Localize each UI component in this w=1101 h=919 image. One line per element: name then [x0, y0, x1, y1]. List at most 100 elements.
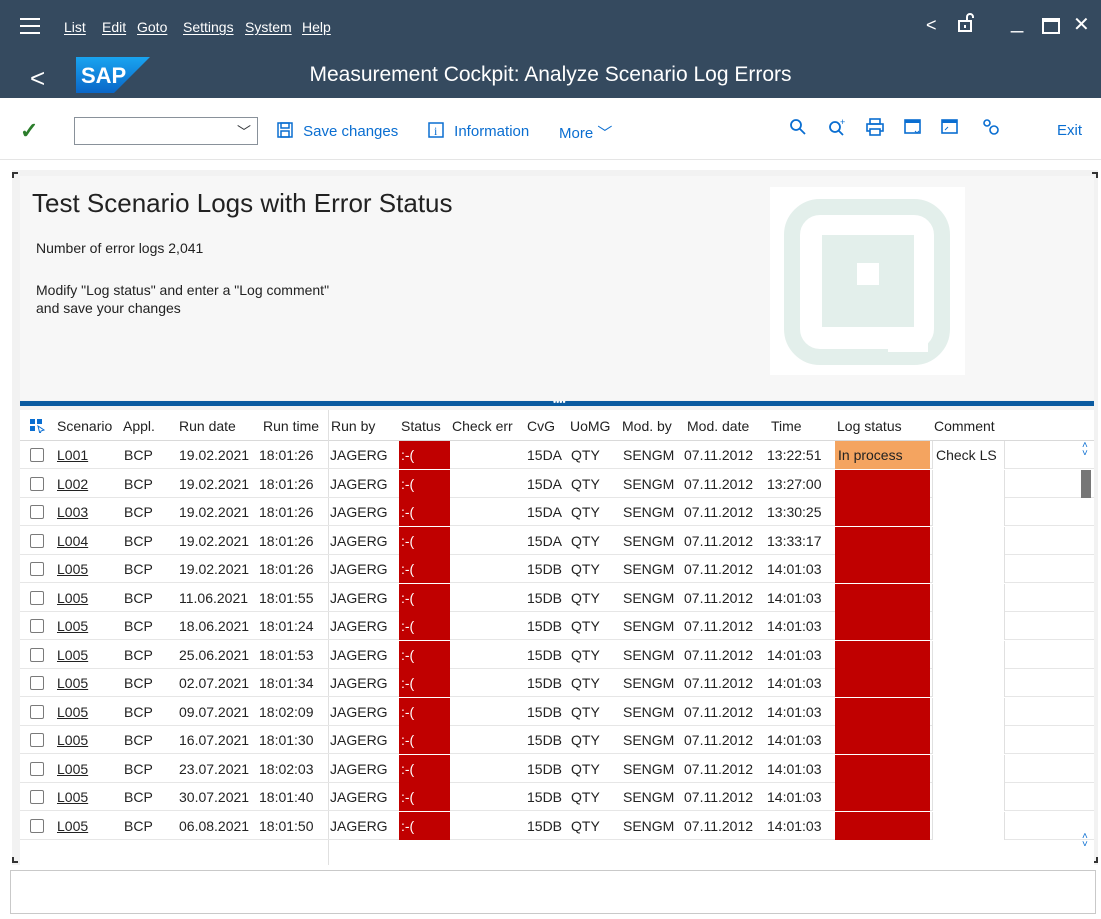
- maximize-icon[interactable]: [1042, 14, 1060, 40]
- comment-field[interactable]: [932, 811, 1005, 840]
- vertical-scrollbar[interactable]: [1078, 441, 1092, 861]
- splitter-grip-icon[interactable]: ••••: [553, 397, 566, 407]
- window-icon[interactable]: [941, 118, 959, 142]
- scenario-link[interactable]: L005: [57, 561, 88, 577]
- layout-icon[interactable]: [904, 118, 922, 142]
- row-checkbox[interactable]: [30, 676, 44, 690]
- row-checkbox[interactable]: [30, 761, 44, 776]
- col-scenario[interactable]: Scenario: [57, 418, 112, 434]
- table-row[interactable]: L004 BCP 19.02.2021 18:01:26 JAGERG 15DA QTY SE…: [20, 526, 1094, 555]
- row-checkbox[interactable]: [30, 733, 44, 747]
- table-row[interactable]: L005 BCP 19.02.2021 18:01:26 JAGERG 15DB QTY SE…: [20, 555, 1094, 583]
- log-status-field[interactable]: [835, 754, 930, 783]
- col-mod-date[interactable]: Mod. date: [687, 418, 749, 434]
- comment-field[interactable]: [932, 697, 1005, 726]
- row-checkbox[interactable]: [30, 476, 44, 491]
- minimize-icon[interactable]: _: [1011, 8, 1023, 34]
- col-run-date[interactable]: Run date: [179, 418, 236, 434]
- enter-check-icon[interactable]: ✓: [20, 118, 38, 144]
- scenario-link[interactable]: L005: [57, 818, 88, 834]
- col-appl[interactable]: Appl.: [123, 418, 155, 434]
- exit-button[interactable]: Exit: [1057, 122, 1082, 139]
- log-status-field[interactable]: [835, 526, 930, 555]
- menu-goto[interactable]: Goto: [137, 19, 167, 35]
- comment-field[interactable]: [932, 612, 1005, 640]
- log-status-field[interactable]: [835, 669, 930, 697]
- row-checkbox[interactable]: [30, 505, 44, 519]
- scenario-link[interactable]: L005: [57, 647, 88, 663]
- table-row[interactable]: L002 BCP 19.02.2021 18:01:26 JAGERG 15DA QTY SE…: [20, 469, 1094, 498]
- col-run-time[interactable]: Run time: [263, 418, 319, 434]
- col-cvg[interactable]: CvG: [527, 418, 555, 434]
- table-row[interactable]: L005 BCP 09.07.2021 18:02:09 JAGERG 15DB QTY SE…: [20, 697, 1094, 726]
- comment-field[interactable]: [932, 783, 1005, 811]
- col-uomg[interactable]: UoMG: [570, 418, 610, 434]
- table-row[interactable]: L001 BCP 19.02.2021 18:01:26 JAGERG 15DA QTY SE…: [20, 441, 1094, 469]
- print-icon[interactable]: [866, 118, 884, 142]
- col-log-status[interactable]: Log status: [837, 418, 902, 434]
- scenario-link[interactable]: L001: [57, 447, 88, 463]
- comment-field[interactable]: [932, 669, 1005, 697]
- log-status-field[interactable]: [835, 697, 930, 726]
- search-icon[interactable]: [790, 118, 806, 142]
- unlock-icon[interactable]: [957, 13, 975, 38]
- comment-field[interactable]: [932, 640, 1005, 669]
- col-run-by[interactable]: Run by: [331, 418, 375, 434]
- information-button[interactable]: i Information: [428, 122, 529, 140]
- row-checkbox[interactable]: [30, 619, 44, 633]
- scroll-down-icon[interactable]: ˄ ˅: [1082, 832, 1088, 850]
- column-settings-icon[interactable]: [30, 419, 46, 433]
- log-status-field[interactable]: [835, 811, 930, 840]
- comment-field[interactable]: [932, 498, 1005, 526]
- menu-settings[interactable]: Settings: [183, 19, 234, 35]
- table-row[interactable]: L005 BCP 25.06.2021 18:01:53 JAGERG 15DB QTY SE…: [20, 640, 1094, 669]
- comment-field[interactable]: [932, 526, 1005, 555]
- table-row[interactable]: L005 BCP 23.07.2021 18:02:03 JAGERG 15DB QTY SE…: [20, 754, 1094, 783]
- table-row[interactable]: L005 BCP 30.07.2021 18:01:40 JAGERG 15DB QTY SE…: [20, 783, 1094, 811]
- menu-edit[interactable]: Edit: [102, 19, 126, 35]
- table-row[interactable]: L005 BCP 02.07.2021 18:01:34 JAGERG 15DB QTY SE…: [20, 669, 1094, 697]
- log-status-field[interactable]: [835, 555, 930, 583]
- table-row[interactable]: L005 BCP 18.06.2021 18:01:24 JAGERG 15DB QTY SE…: [20, 612, 1094, 640]
- settings-icon[interactable]: [981, 118, 1001, 142]
- log-status-field[interactable]: [835, 583, 930, 612]
- row-checkbox[interactable]: [30, 562, 44, 576]
- log-status-field[interactable]: In process: [835, 441, 930, 469]
- comment-field[interactable]: [932, 583, 1005, 612]
- row-checkbox[interactable]: [30, 818, 44, 833]
- command-field[interactable]: ﹀: [74, 117, 258, 145]
- close-icon[interactable]: ✕: [1073, 12, 1090, 37]
- scenario-link[interactable]: L005: [57, 675, 88, 691]
- log-status-field[interactable]: [835, 612, 930, 640]
- log-status-field[interactable]: [835, 783, 930, 811]
- comment-field[interactable]: [932, 754, 1005, 783]
- scenario-link[interactable]: L004: [57, 533, 88, 549]
- scenario-link[interactable]: L005: [57, 789, 88, 805]
- save-changes-button[interactable]: Save changes: [277, 122, 398, 140]
- table-row[interactable]: L005 BCP 06.08.2021 18:01:50 JAGERG 15DB QTY SE…: [20, 811, 1094, 840]
- scenario-link[interactable]: L005: [57, 761, 88, 777]
- col-time[interactable]: Time: [771, 418, 802, 434]
- row-checkbox[interactable]: [30, 704, 44, 719]
- col-mod-by[interactable]: Mod. by: [622, 418, 672, 434]
- table-row[interactable]: L005 BCP 16.07.2021 18:01:30 JAGERG 15DB QTY SE…: [20, 726, 1094, 754]
- log-status-field[interactable]: [835, 498, 930, 526]
- scenario-link[interactable]: L005: [57, 704, 88, 720]
- row-checkbox[interactable]: [30, 647, 44, 662]
- comment-field[interactable]: [932, 555, 1005, 583]
- scroll-up-icon[interactable]: ˄ ˅: [1082, 441, 1088, 459]
- comment-field[interactable]: Check LS: [932, 441, 1005, 469]
- comment-field[interactable]: [932, 726, 1005, 754]
- log-status-field[interactable]: [835, 640, 930, 669]
- comment-field[interactable]: [932, 469, 1005, 498]
- row-checkbox[interactable]: [30, 448, 44, 462]
- menu-system[interactable]: System: [245, 19, 292, 35]
- scenario-link[interactable]: L005: [57, 590, 88, 606]
- hamburger-menu-icon[interactable]: [20, 18, 40, 36]
- menu-list[interactable]: List: [64, 19, 86, 35]
- search-next-icon[interactable]: +: [829, 117, 847, 142]
- scenario-link[interactable]: L005: [57, 618, 88, 634]
- more-button[interactable]: More ﹀: [559, 122, 612, 143]
- menu-help[interactable]: Help: [302, 19, 331, 35]
- log-status-field[interactable]: [835, 726, 930, 754]
